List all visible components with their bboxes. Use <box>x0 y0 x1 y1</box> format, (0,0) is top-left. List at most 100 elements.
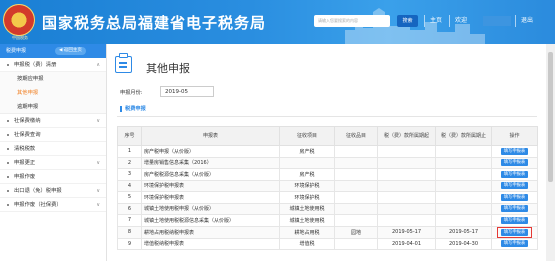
table-row: 6 城镇土地使用税申报（从价版） 城镇土地使用税 填写申报表 <box>117 202 538 215</box>
fill-form-button[interactable]: 填写申报表 <box>500 240 529 248</box>
table-cell: 增值税 <box>279 237 335 250</box>
table-cell <box>334 237 378 250</box>
bullet-icon <box>7 204 9 206</box>
site-title: 国家税务总局福建省电子税务局 <box>42 14 267 32</box>
clipboard-icon <box>115 53 132 73</box>
back-home-button[interactable]: ◀ 返回主页 <box>55 47 86 55</box>
column-header: 征收品目 <box>334 126 378 146</box>
fill-form-button[interactable]: 填写申报表 <box>500 147 529 155</box>
table-cell <box>377 156 436 169</box>
fill-form-button[interactable]: 填写申报表 <box>500 159 529 167</box>
sidebar-item-social-void[interactable]: 申报作废（社保费） ∨ <box>0 198 106 212</box>
logout-link[interactable]: 退出 <box>521 15 533 27</box>
table-cell <box>377 214 436 227</box>
chevron-down-icon: ∨ <box>96 202 100 208</box>
bullet-icon <box>7 120 9 122</box>
column-header: 税（费）款所属期起 <box>377 126 436 146</box>
table-cell <box>334 156 378 169</box>
table-row: 5 环境保护税申报表 环境保护税 填写申报表 <box>117 191 538 204</box>
table-cell <box>435 214 492 227</box>
sidebar-item-overdue-declaration[interactable]: 逾期申报 <box>0 100 106 114</box>
home-link[interactable]: 主页 <box>430 15 442 27</box>
table-row: 9 增值税纳税申报表 增值税 2019-04-01 2019-04-30 填写申报表 <box>117 237 538 250</box>
search-button[interactable]: 搜索 <box>397 15 418 27</box>
table-cell: 3 <box>117 168 142 181</box>
bullet-icon <box>7 64 9 66</box>
bullet-icon <box>7 162 9 164</box>
table-cell <box>334 191 378 204</box>
nav-divider <box>515 15 516 27</box>
table-row: 1 房产税申报（从价版） 房产税 填写申报表 <box>117 145 538 158</box>
column-header: 税（费）款所属期止 <box>435 126 492 146</box>
chevron-down-icon: ∨ <box>96 188 100 194</box>
table-cell <box>435 202 492 215</box>
sidebar-item-export-refund[interactable]: 出口退（免）税申报 ∨ <box>0 184 106 198</box>
period-input[interactable]: 2019-05 <box>160 86 214 97</box>
chevron-up-icon: ∧ <box>96 62 100 68</box>
sidebar-item-other-declaration[interactable]: 其他申报 <box>0 86 106 100</box>
fill-form-button[interactable]: 填写申报表 <box>500 193 529 201</box>
column-header: 征收项目 <box>279 126 335 146</box>
table-cell: 园地 <box>334 225 378 239</box>
bullet-icon <box>7 134 9 136</box>
column-header: 操作 <box>491 126 538 146</box>
table-cell: 8 <box>117 225 142 239</box>
table-cell: 房产税 <box>279 168 335 181</box>
action-cell: 填写申报表 <box>491 225 538 239</box>
table-cell <box>435 179 492 192</box>
table-row: 4 环境保护税申报表 环境保护税 填写申报表 <box>117 179 538 192</box>
action-cell: 填写申报表 <box>491 202 538 215</box>
table-cell: 2 <box>117 156 142 169</box>
declaration-table: 序号 申报表 征收项目 征收品目 税（费）款所属期起 税（费）款所属期止 操作 … <box>117 126 538 250</box>
chevron-down-icon: ∨ <box>96 160 100 166</box>
main-content: 其他申报 申报月份: 2019-05 税费申报 序号 申报表 征收项目 征收品目… <box>108 44 545 261</box>
vertical-scrollbar[interactable] <box>546 44 555 261</box>
table-cell <box>377 202 436 215</box>
sidebar-item-label: 社保费查询 <box>14 132 41 138</box>
emblem-caption: 中国税务 <box>12 35 28 40</box>
table-cell: 城镇土地使用税申报（从价版） <box>141 202 280 215</box>
header-bar: 中国税务 国家税务总局福建省电子税务局 请输入您要搜索的内容 搜索 主页 欢迎 … <box>0 0 555 44</box>
table-cell: 环境保护税申报表 <box>141 179 280 192</box>
table-cell <box>377 179 436 192</box>
fill-form-button[interactable]: 填写申报表 <box>500 182 529 190</box>
fill-form-button[interactable]: 填写申报表 <box>500 228 529 236</box>
bullet-icon <box>7 190 9 192</box>
table-cell: 9 <box>117 237 142 250</box>
table-cell: 2019-05-17 <box>377 225 436 239</box>
table-cell: 房产税申报（从价版） <box>141 145 280 158</box>
sidebar-item-declaration-list[interactable]: 申报税（费）清册 ∧ <box>0 58 106 72</box>
table-cell: 2019-04-30 <box>435 237 492 250</box>
table-cell <box>334 179 378 192</box>
sidebar-item-tax-clearing[interactable]: 清税税款 <box>0 142 106 156</box>
sidebar-item-periodic-declaration[interactable]: 按期应申报 <box>0 72 106 86</box>
action-cell: 填写申报表 <box>491 156 538 169</box>
scrollbar-thumb[interactable] <box>548 52 553 182</box>
table-cell: 4 <box>117 179 142 192</box>
fill-form-button[interactable]: 填写申报表 <box>500 216 529 224</box>
sidebar-item-label: 出口退（免）税申报 <box>14 188 62 194</box>
sidebar-item-correction[interactable]: 申报更正 ∨ <box>0 156 106 170</box>
fill-form-button[interactable]: 填写申报表 <box>500 170 529 178</box>
page-title: 其他申报 <box>146 62 190 75</box>
sidebar-item-label: 申报税（费）清册 <box>14 62 57 68</box>
sidebar-item-social-payment[interactable]: 社保费缴纳 ∨ <box>0 114 106 128</box>
sidebar: 税费申报 ◀ 返回主页 申报税（费）清册 ∧ 按期应申报 其他申报 逾期申报 社… <box>0 44 107 261</box>
action-cell: 填写申报表 <box>491 214 538 227</box>
sidebar-item-social-query[interactable]: 社保费查询 <box>0 128 106 142</box>
search-input[interactable]: 请输入您要搜索的内容 <box>314 15 390 27</box>
sidebar-title: 税费申报 <box>6 48 27 54</box>
table-cell <box>435 156 492 169</box>
table-cell: 房产税 <box>279 145 335 158</box>
sidebar-item-label: 申报作废（社保费） <box>14 202 62 208</box>
action-cell: 填写申报表 <box>491 237 538 250</box>
table-row: 7 城镇土地使用税税源信息采集（从价版） 城镇土地使用税 填写申报表 <box>117 214 538 227</box>
section-divider <box>117 116 537 117</box>
tax-emblem-logo <box>3 4 35 36</box>
fill-form-button[interactable]: 填写申报表 <box>500 205 529 213</box>
nav-divider <box>449 15 450 27</box>
sidebar-item-void[interactable]: 申报作废 <box>0 170 106 184</box>
table-cell <box>377 145 436 158</box>
sidebar-item-label: 申报作废 <box>14 174 36 180</box>
bullet-icon <box>7 148 9 150</box>
